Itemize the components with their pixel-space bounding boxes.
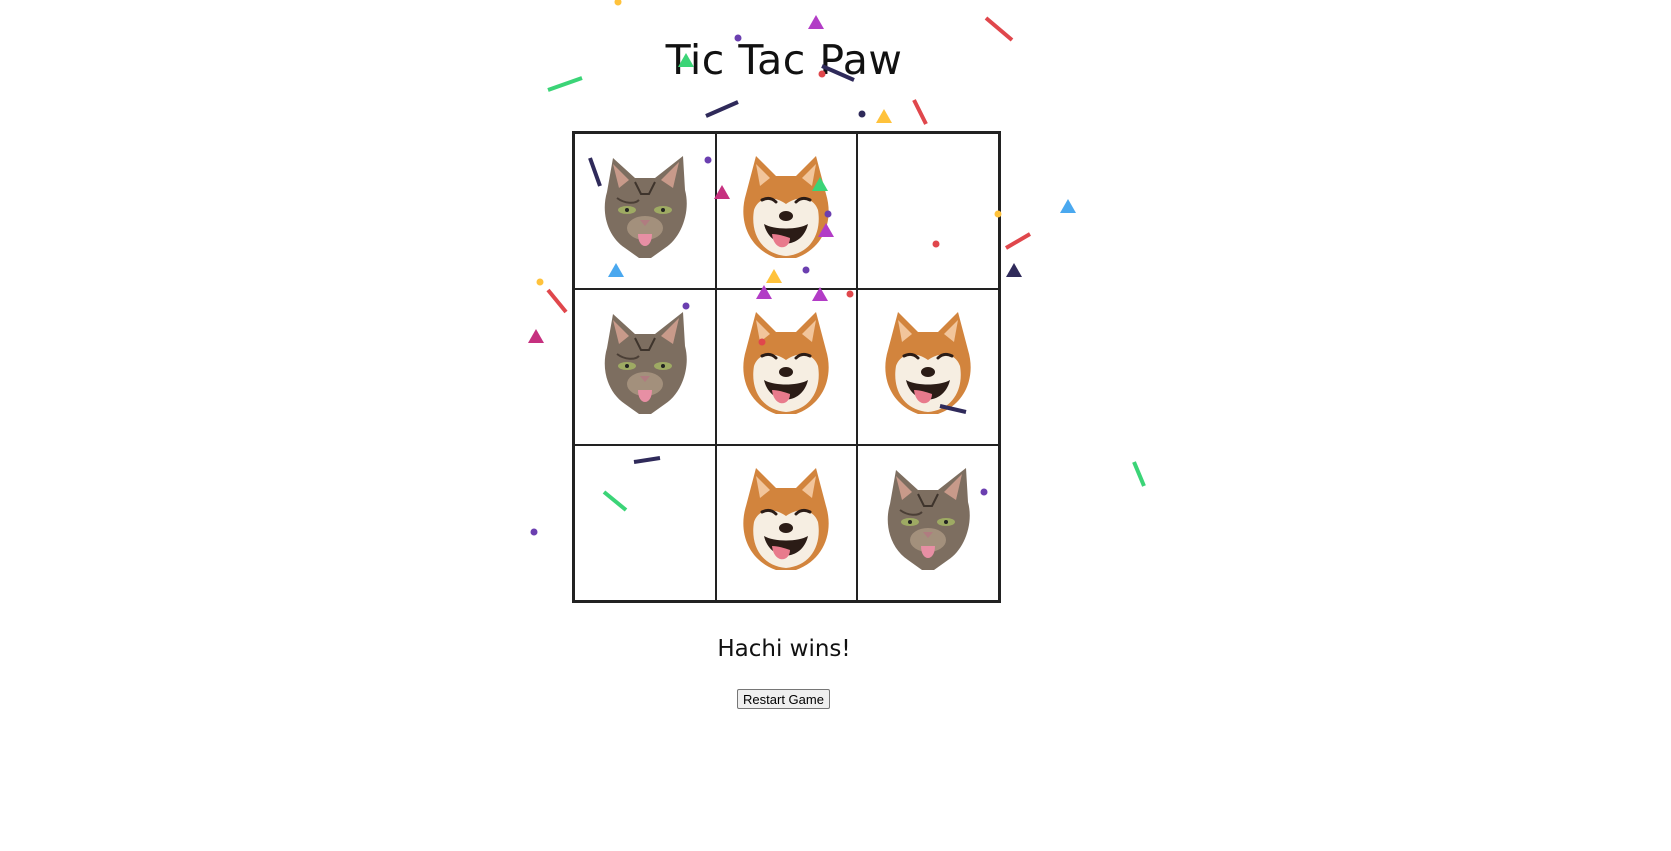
confetti-piece (1004, 232, 1032, 250)
board-cell-0-1[interactable] (715, 133, 858, 289)
confetti-piece (808, 15, 824, 29)
cat-face-icon (595, 310, 695, 424)
confetti-piece (858, 110, 866, 118)
game-title: Tic Tac Paw (665, 36, 903, 84)
board-cell-1-0[interactable] (574, 289, 716, 445)
shiba-face-icon (736, 154, 836, 268)
board-cell-0-0[interactable] (574, 133, 716, 289)
cat-face-icon (878, 466, 978, 580)
confetti-piece (546, 288, 568, 314)
confetti-piece (530, 528, 538, 536)
confetti-piece (614, 0, 622, 6)
confetti-piece (912, 99, 928, 125)
shiba-face-icon (878, 310, 978, 424)
shiba-face-icon (736, 466, 836, 580)
confetti-piece (536, 278, 544, 286)
confetti-piece (705, 100, 739, 118)
restart-game-button[interactable]: Restart Game (737, 689, 830, 709)
board-cell-1-2[interactable] (857, 289, 999, 445)
confetti-piece (1006, 263, 1022, 277)
board-cell-2-0[interactable] (574, 445, 716, 601)
confetti-piece (1060, 199, 1076, 213)
shiba-face-icon (736, 310, 836, 424)
game-page: Tic Tac Paw Hachi wins! Restart Game (0, 0, 1671, 851)
game-board (572, 131, 1001, 603)
board-cell-0-2[interactable] (857, 133, 999, 289)
board-cell-1-1[interactable] (715, 289, 858, 445)
confetti-piece (1132, 461, 1146, 487)
cat-face-icon (595, 154, 695, 268)
game-status: Hachi wins! (717, 636, 851, 662)
board-cell-2-2[interactable] (857, 445, 999, 601)
confetti-piece (528, 329, 544, 343)
board-cell-2-1[interactable] (715, 445, 858, 601)
confetti-piece (876, 109, 892, 123)
